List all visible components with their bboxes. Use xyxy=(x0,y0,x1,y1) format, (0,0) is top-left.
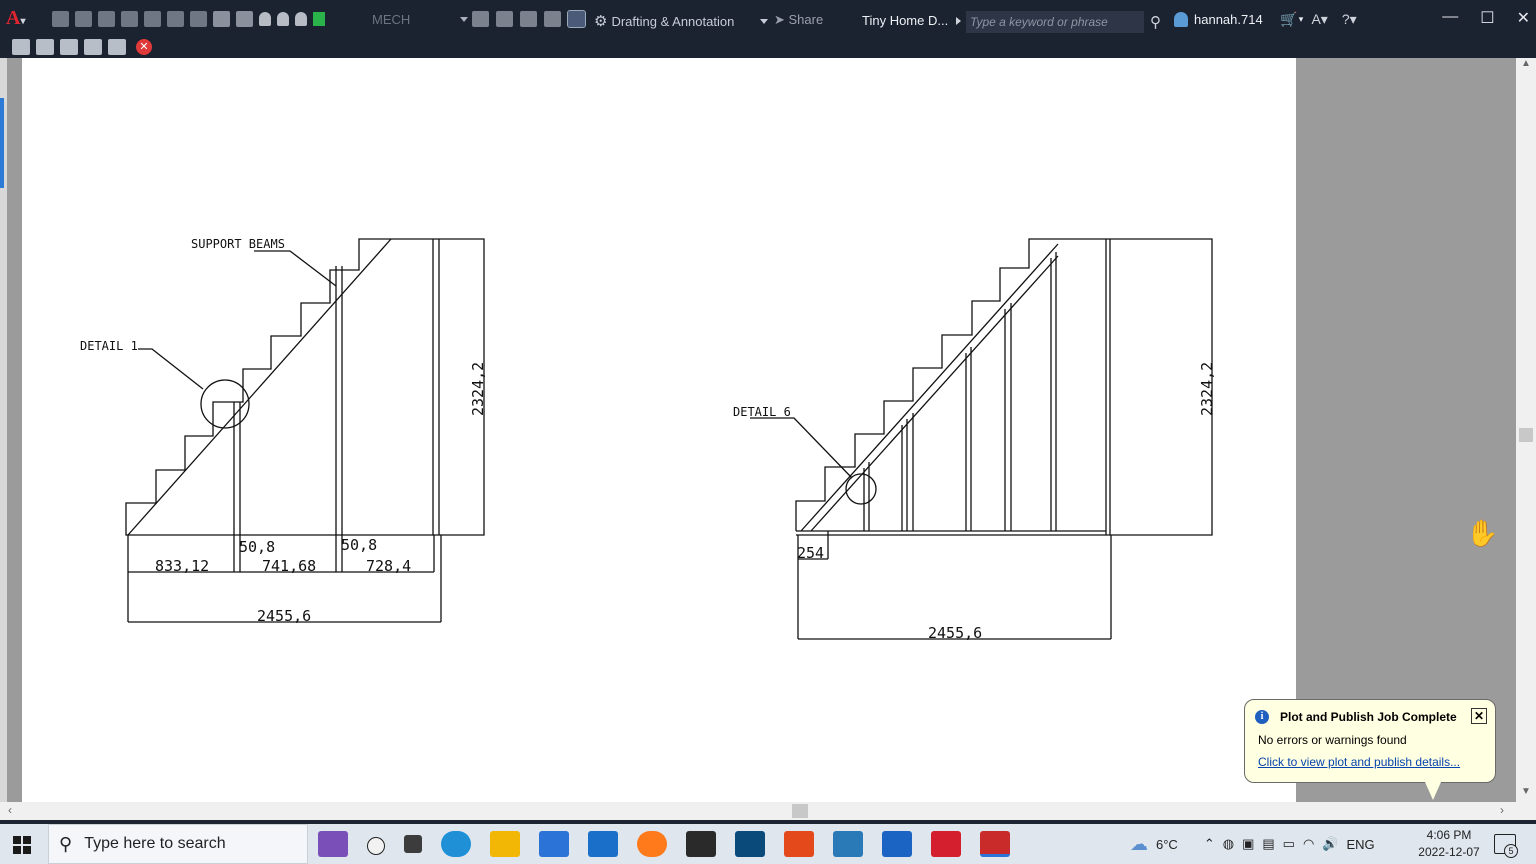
network-icon[interactable]: ◍ xyxy=(1223,836,1234,852)
vertical-scroll-thumb[interactable] xyxy=(1519,428,1533,442)
notification-tail xyxy=(1425,782,1441,800)
volume-icon[interactable]: 🔊 xyxy=(1322,836,1338,852)
notification-count: 5 xyxy=(1504,844,1518,858)
language-indicator[interactable]: ENG xyxy=(1347,837,1375,852)
taskbar-search[interactable]: ⚲ Type here to search xyxy=(48,824,308,864)
scroll-up-icon[interactable]: ▲ xyxy=(1521,58,1531,69)
task-view-icon[interactable] xyxy=(404,835,422,853)
store-icon[interactable] xyxy=(539,831,569,857)
horizontal-scrollbar[interactable]: ‹ › xyxy=(0,802,1536,820)
right-stair xyxy=(750,238,1213,640)
left-stair-outline xyxy=(125,238,485,536)
clapper-app-icon[interactable] xyxy=(318,831,348,857)
revit-r-icon[interactable] xyxy=(833,831,863,857)
windows-start-icon[interactable] xyxy=(13,836,31,854)
dim-50-a: 50,8 xyxy=(239,538,275,556)
dim-728: 728,4 xyxy=(366,557,411,575)
clock-date: 2022-12-07 xyxy=(1418,845,1480,859)
search-icon: ⚲ xyxy=(59,833,73,854)
vertical-scrollbar[interactable]: ▲ ▼ xyxy=(1516,58,1536,802)
display-icon[interactable]: ▤ xyxy=(1262,836,1274,852)
notification-message: No errors or warnings found xyxy=(1258,733,1407,747)
mail-icon[interactable] xyxy=(588,831,618,857)
chevron-up-icon[interactable]: ⌃ xyxy=(1204,836,1215,852)
plot-details-link[interactable]: Click to view plot and publish details..… xyxy=(1258,755,1460,769)
sketchup-icon[interactable] xyxy=(735,831,765,857)
scroll-down-icon[interactable]: ▼ xyxy=(1521,786,1531,797)
firefox-icon[interactable] xyxy=(637,831,667,857)
cloud-icon: ☁ xyxy=(1130,833,1148,854)
cortana-icon[interactable] xyxy=(367,837,385,855)
dim-2455-left: 2455,6 xyxy=(257,607,311,625)
close-icon[interactable]: ✕ xyxy=(1471,708,1487,724)
office-icon[interactable] xyxy=(784,831,814,857)
detail-6-label: DETAIL 6 xyxy=(733,405,791,419)
dim-2324-right: 2324,2 xyxy=(1198,362,1216,416)
dropbox-icon[interactable] xyxy=(686,831,716,857)
scroll-left-icon[interactable]: ‹ xyxy=(8,803,12,817)
taskbar-apps xyxy=(318,831,1010,857)
left-stringer xyxy=(127,238,392,536)
dim-2455-right: 2455,6 xyxy=(928,624,982,642)
autocad-taskbar-icon[interactable] xyxy=(931,831,961,857)
autocad-active-icon[interactable] xyxy=(980,831,1010,857)
detail-1-circle xyxy=(200,379,250,429)
system-tray: ☁ 6°C ⌃ ◍ ▣ ▤ ▭ ◠ 🔊 ENG xyxy=(1130,824,1375,864)
taskbar: ⚲ Type here to search ☁ 6°C ⌃ ◍ ▣ ▤ ▭ ◠ … xyxy=(0,824,1536,864)
weather-temp[interactable]: 6°C xyxy=(1156,837,1178,852)
horizontal-scroll-thumb[interactable] xyxy=(792,804,808,818)
edge-icon[interactable] xyxy=(441,831,471,857)
wifi-icon[interactable]: ◠ xyxy=(1303,836,1314,852)
detail-1-label: DETAIL 1 xyxy=(80,339,138,353)
dim-254: 254 xyxy=(797,544,824,562)
detail-1-leader xyxy=(138,348,204,390)
right-stringer-b xyxy=(810,255,1059,532)
support-beams-leader xyxy=(254,250,337,287)
taskbar-search-placeholder: Type here to search xyxy=(84,835,226,852)
notification-title: Plot and Publish Job Complete xyxy=(1280,710,1457,724)
right-stringer xyxy=(800,243,1059,532)
revit-icon[interactable] xyxy=(882,831,912,857)
dim-2324-left: 2324,2 xyxy=(469,362,487,416)
plot-notification: i Plot and Publish Job Complete ✕ No err… xyxy=(1244,699,1496,800)
dim-741: 741,68 xyxy=(262,557,316,575)
meet-icon[interactable]: ▣ xyxy=(1242,836,1254,852)
scroll-right-icon[interactable]: › xyxy=(1500,803,1504,817)
clock[interactable]: 4:06 PM 2022-12-07 xyxy=(1412,827,1486,861)
file-explorer-icon[interactable] xyxy=(490,831,520,857)
pan-cursor-icon: ✋ xyxy=(1466,518,1499,548)
detail-6-circle xyxy=(845,473,877,505)
dim-833: 833,12 xyxy=(155,557,209,575)
dim-50-b: 50,8 xyxy=(341,536,377,554)
info-icon: i xyxy=(1255,710,1269,724)
right-stair-outline xyxy=(795,238,1213,536)
battery-icon[interactable]: ▭ xyxy=(1283,836,1295,852)
support-beams-label: SUPPORT BEAMS xyxy=(191,237,285,251)
clock-time: 4:06 PM xyxy=(1426,828,1472,842)
detail-6-leader xyxy=(750,417,853,479)
